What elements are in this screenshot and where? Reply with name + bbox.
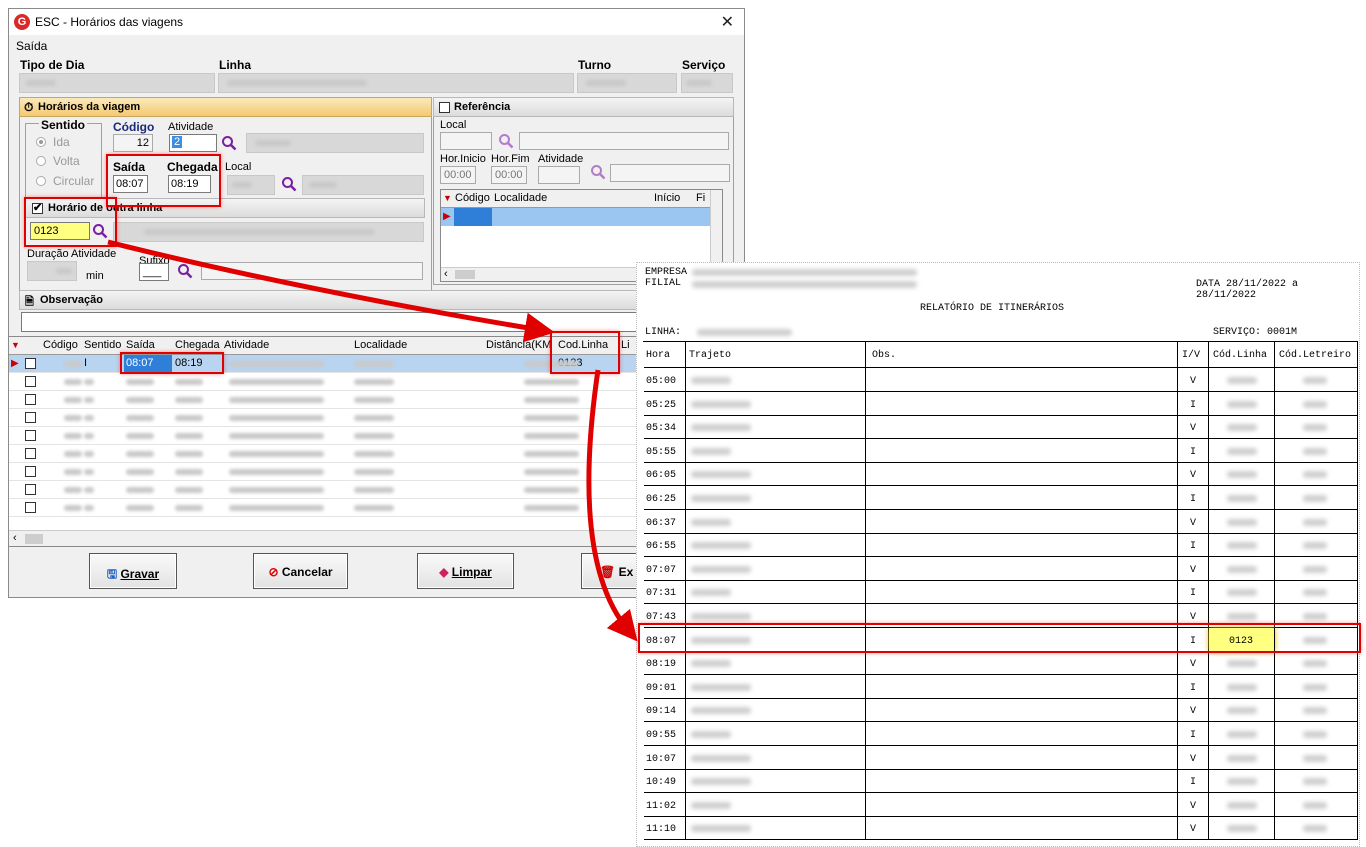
- annotation-arrows: [107, 239, 638, 642]
- arrow-grid-to-report: [586, 369, 638, 642]
- arrow-line-to-grid: [107, 239, 555, 343]
